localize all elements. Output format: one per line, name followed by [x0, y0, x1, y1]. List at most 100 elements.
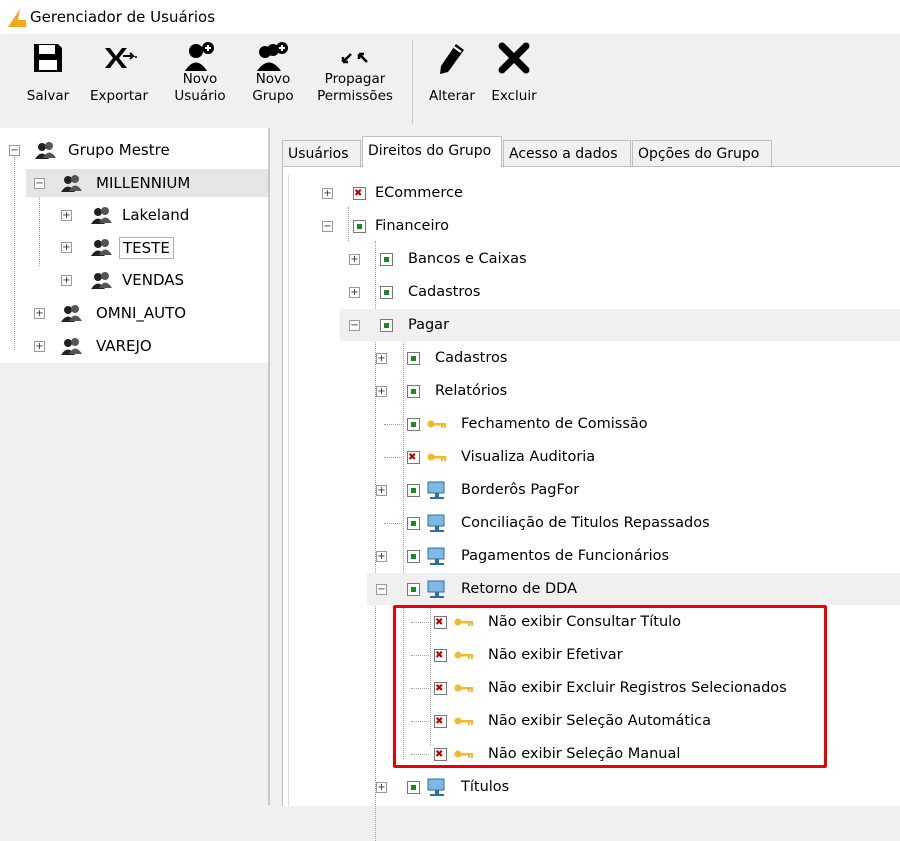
node-label: Títulos	[461, 779, 510, 795]
expand-toggle[interactable]: +	[376, 782, 387, 793]
expand-toggle[interactable]: +	[322, 188, 333, 199]
expand-toggle[interactable]: +	[376, 485, 387, 496]
module-icon	[427, 514, 445, 532]
granted-checkbox[interactable]	[407, 418, 420, 431]
right-node-ecommerce[interactable]: + ECommerce	[313, 177, 900, 210]
tree-label: TESTE	[119, 237, 174, 259]
right-node-pagamentos-funcionarios[interactable]: + Pagamentos de Funcionários	[367, 540, 900, 572]
granted-checkbox[interactable]	[380, 319, 393, 332]
propagate-label-1: Propagar	[324, 71, 386, 87]
module-icon	[427, 580, 445, 598]
propagate-permissions-button[interactable]: Propagar Permissões	[310, 34, 400, 105]
tree-label: VAREJO	[96, 337, 152, 355]
tree-label: Lakeland	[122, 206, 190, 224]
granted-checkbox[interactable]	[380, 253, 393, 266]
granted-checkbox[interactable]	[407, 583, 420, 596]
edit-button[interactable]: Alterar	[422, 34, 482, 105]
expand-toggle[interactable]: +	[61, 275, 72, 286]
tree-item-grupo-mestre[interactable]: − Grupo Mestre	[0, 136, 268, 164]
panel-inner-border	[288, 175, 289, 806]
window-title: Gerenciador de Usuários	[30, 8, 216, 26]
right-node-relatorios[interactable]: + Relatórios	[367, 375, 900, 407]
right-node-cadastros[interactable]: + Cadastros	[340, 276, 900, 308]
tree-item-millennium[interactable]: − MILLENNIUM	[26, 169, 268, 197]
save-button[interactable]: Salvar	[20, 34, 76, 105]
add-group-icon	[257, 42, 288, 71]
right-node-borderos-pagfor[interactable]: + Borderôs PagFor	[367, 474, 900, 506]
granted-checkbox[interactable]	[407, 484, 420, 497]
collapse-toggle[interactable]: −	[349, 320, 360, 331]
expand-toggle[interactable]: +	[61, 210, 72, 221]
node-label: ECommerce	[375, 185, 463, 201]
tree-label: OMNI_AUTO	[96, 304, 187, 322]
node-label: Financeiro	[375, 218, 450, 234]
tree-connector	[14, 150, 15, 350]
tree-label: Grupo Mestre	[68, 141, 170, 159]
expand-toggle[interactable]: +	[61, 242, 72, 253]
node-label: Bancos e Caixas	[408, 251, 527, 267]
collapse-toggle[interactable]: −	[9, 145, 20, 156]
expand-toggle[interactable]: +	[376, 353, 387, 364]
group-tree-panel: − Grupo Mestre − MILLENNIUM + Lakeland +…	[0, 128, 270, 805]
delete-label: Excluir	[491, 88, 537, 104]
pencil-icon	[440, 44, 464, 74]
expand-toggle[interactable]: +	[34, 308, 45, 319]
right-node-conciliacao[interactable]: Conciliação de Titulos Repassados	[367, 507, 900, 539]
granted-checkbox[interactable]	[407, 385, 420, 398]
tree-item-varejo[interactable]: + VAREJO	[26, 332, 268, 360]
floppy-disk-icon	[34, 44, 62, 72]
expand-toggle[interactable]: +	[349, 287, 360, 298]
granted-checkbox[interactable]	[380, 286, 393, 299]
x-delete-icon	[498, 42, 530, 74]
granted-checkbox[interactable]	[407, 517, 420, 530]
expand-toggle[interactable]: +	[376, 551, 387, 562]
tab-usuarios[interactable]: Usuários	[282, 140, 361, 166]
granted-checkbox[interactable]	[407, 352, 420, 365]
tab-acesso-a-dados[interactable]: Acesso a dados	[503, 140, 631, 166]
key-icon	[427, 420, 446, 428]
tree-connector	[384, 424, 402, 425]
tree-item-teste[interactable]: + TESTE	[56, 233, 268, 261]
tree-item-omni-auto[interactable]: + OMNI_AUTO	[26, 299, 268, 327]
granted-checkbox[interactable]	[353, 220, 366, 233]
toolbar-separator	[412, 40, 413, 124]
collapse-toggle[interactable]: −	[34, 178, 45, 189]
group-icon	[91, 239, 112, 256]
denied-checkbox[interactable]	[353, 178, 366, 210]
right-node-bancos-e-caixas[interactable]: + Bancos e Caixas	[340, 243, 900, 275]
tab-opcoes-do-grupo[interactable]: Opções do Grupo	[632, 140, 772, 166]
tree-item-lakeland[interactable]: + Lakeland	[56, 201, 268, 229]
tab-direitos-do-grupo[interactable]: Direitos do Grupo	[362, 136, 502, 167]
module-icon	[427, 547, 445, 565]
new-user-button[interactable]: Novo Usuário	[168, 34, 232, 105]
right-node-retorno-dda[interactable]: − Retorno de DDA	[367, 573, 900, 605]
tree-connector	[384, 457, 402, 458]
right-node-pagar[interactable]: − Pagar	[340, 309, 900, 341]
right-node-financeiro[interactable]: − Financeiro	[313, 210, 900, 242]
propagate-arrows-icon	[341, 52, 368, 64]
denied-checkbox[interactable]	[407, 442, 420, 474]
export-label: Exportar	[89, 88, 148, 104]
new-group-button[interactable]: Novo Grupo	[244, 34, 302, 105]
edit-label: Alterar	[429, 88, 475, 104]
delete-button[interactable]: Excluir	[486, 34, 542, 105]
granted-checkbox[interactable]	[407, 550, 420, 563]
right-node-visualiza-auditoria[interactable]: Visualiza Auditoria	[367, 441, 900, 474]
node-label: Pagar	[408, 317, 450, 333]
right-node-pagar-cadastros[interactable]: + Cadastros	[367, 342, 900, 374]
app-logo-icon	[8, 9, 26, 27]
expand-toggle[interactable]: +	[34, 341, 45, 352]
node-label: Relatórios	[435, 383, 508, 399]
export-button[interactable]: Exportar	[82, 34, 156, 105]
expand-toggle[interactable]: +	[376, 386, 387, 397]
granted-checkbox[interactable]	[407, 781, 420, 794]
collapse-toggle[interactable]: −	[376, 584, 387, 595]
export-icon	[105, 48, 137, 68]
tree-item-vendas[interactable]: + VENDAS	[56, 266, 268, 294]
right-node-titulos[interactable]: + Títulos	[367, 771, 900, 803]
right-node-fechamento-comissao[interactable]: Fechamento de Comissão	[367, 408, 900, 440]
group-icon	[35, 142, 56, 159]
expand-toggle[interactable]: +	[349, 254, 360, 265]
new-group-label-2: Grupo	[252, 88, 294, 104]
collapse-toggle[interactable]: −	[322, 221, 333, 232]
